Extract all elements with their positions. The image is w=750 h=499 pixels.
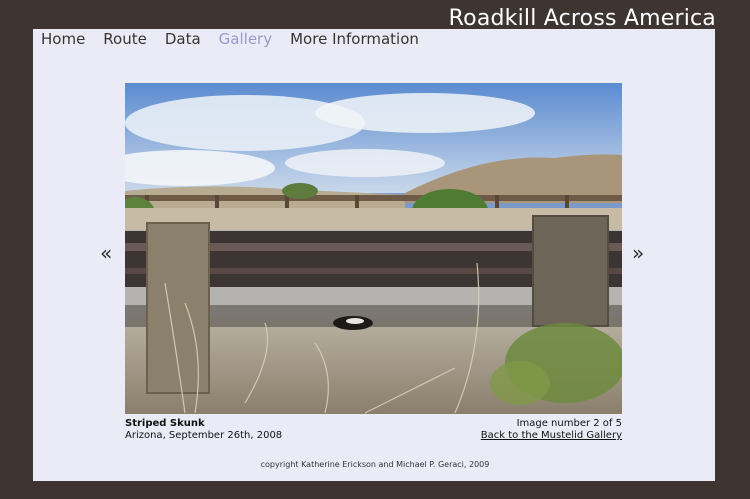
main-nav: Home Route Data Gallery More Information bbox=[41, 30, 437, 48]
nav-home[interactable]: Home bbox=[41, 30, 85, 48]
nav-route[interactable]: Route bbox=[103, 30, 147, 48]
photo-caption: Striped Skunk Arizona, September 26th, 2… bbox=[125, 418, 282, 442]
nav-more-information[interactable]: More Information bbox=[290, 30, 419, 48]
image-counter: Image number 2 of 5 bbox=[516, 418, 622, 429]
gallery-photo bbox=[125, 83, 622, 414]
next-image-arrow[interactable]: » bbox=[632, 243, 644, 263]
photo-illustration bbox=[125, 83, 622, 414]
nav-gallery[interactable]: Gallery bbox=[219, 30, 272, 48]
site-title: Roadkill Across America bbox=[448, 6, 716, 31]
gallery-info: Image number 2 of 5 Back to the Mustelid… bbox=[481, 418, 622, 442]
species-name: Striped Skunk bbox=[125, 418, 205, 429]
back-to-gallery-link[interactable]: Back to the Mustelid Gallery bbox=[481, 430, 622, 441]
nav-data[interactable]: Data bbox=[165, 30, 201, 48]
location-date: Arizona, September 26th, 2008 bbox=[125, 430, 283, 441]
previous-image-arrow[interactable]: « bbox=[100, 243, 112, 263]
copyright-footer: copyright Katherine Erickson and Michael… bbox=[260, 460, 490, 469]
